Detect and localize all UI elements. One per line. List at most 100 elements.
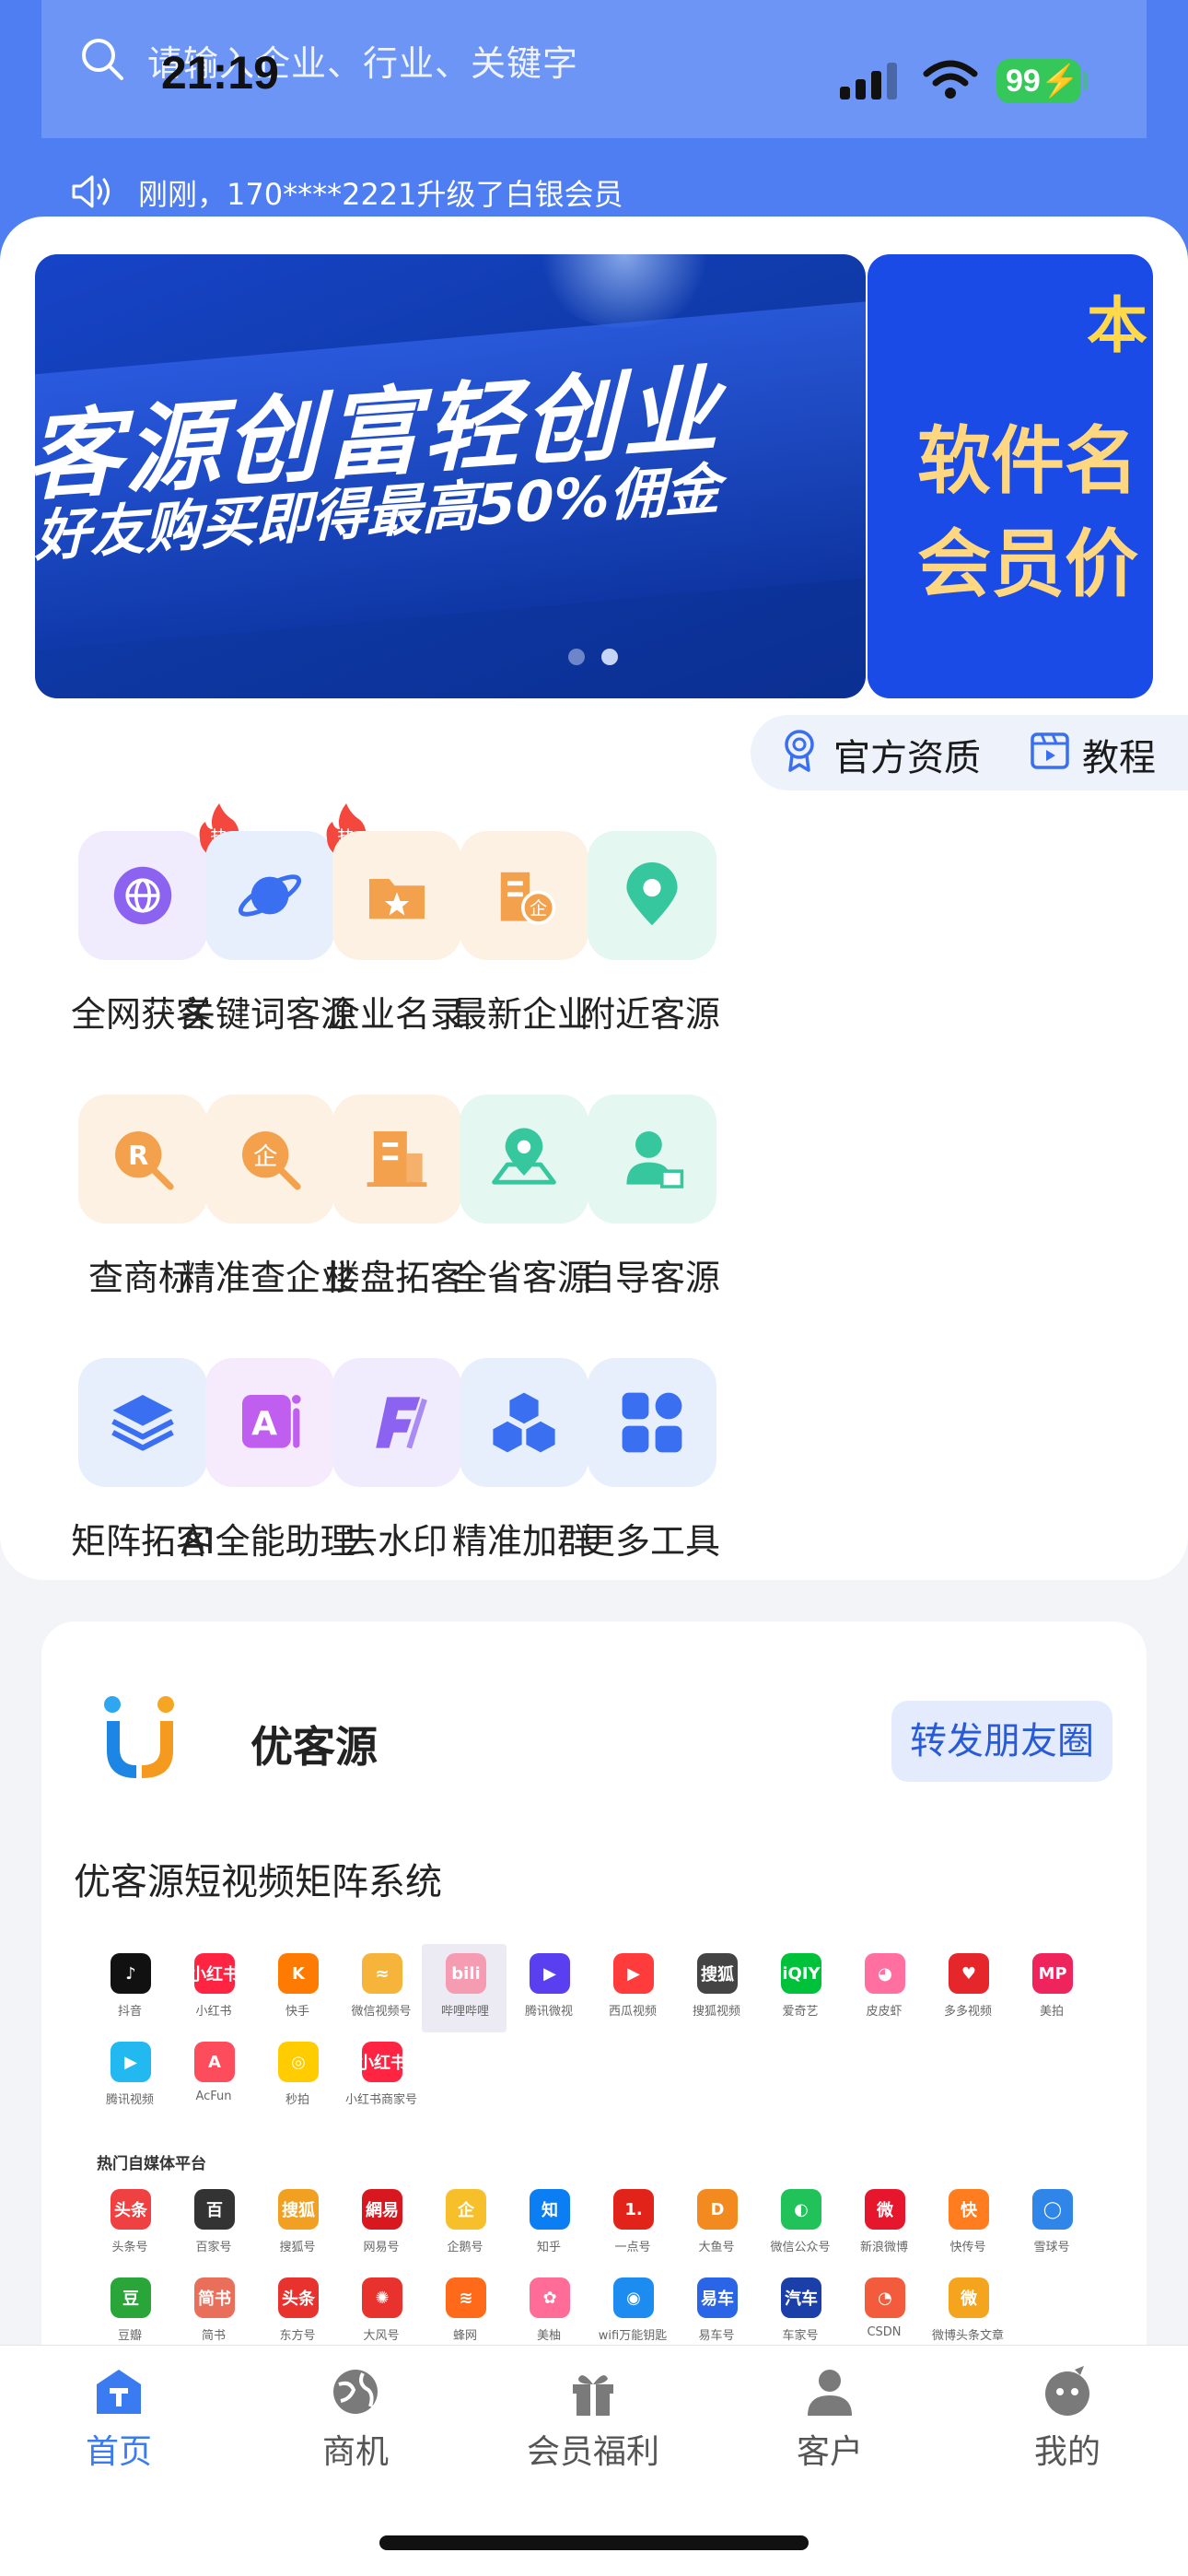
- platform-logo-icon: 微: [949, 2277, 989, 2318]
- platform-logo-glyph: ▶: [543, 1963, 556, 1984]
- tool-label: 更多工具: [579, 1521, 720, 1562]
- platform-item[interactable]: 知 知乎: [507, 2189, 590, 2272]
- tab-globe[interactable]: 商机: [263, 2366, 448, 2476]
- certificate-pin-icon[interactable]: [781, 728, 818, 774]
- platform-item[interactable]: bili 哔哩哔哩: [424, 1953, 507, 2036]
- platform-logo-glyph: ✿: [542, 2288, 557, 2308]
- platform-logo-glyph: 易车: [701, 2289, 734, 2309]
- platform-item[interactable]: iQIY 爱奇艺: [759, 1953, 842, 2036]
- platform-logo-icon: ◉: [613, 2277, 654, 2318]
- platform-item[interactable]: ◐ 微信公众号: [759, 2189, 842, 2272]
- platform-logo-icon: 1.: [613, 2189, 654, 2230]
- platform-item[interactable]: 企 企鹅号: [424, 2189, 507, 2272]
- platform-logo-icon: 汽车: [781, 2277, 821, 2318]
- platform-logo-glyph: 豆: [122, 2289, 139, 2309]
- tab-gift[interactable]: 会员福利: [501, 2366, 685, 2476]
- platform-logo-icon: 小红书: [194, 1953, 235, 1994]
- platform-item[interactable]: ◯ 雪球号: [1010, 2189, 1093, 2272]
- platform-item[interactable]: 搜狐 搜狐视频: [675, 1953, 758, 2036]
- platform-item[interactable]: ◕ 皮皮虾: [843, 1953, 926, 2036]
- platform-logo-icon: ◐: [781, 2189, 821, 2230]
- profile-icon: [1045, 2366, 1089, 2416]
- platform-logo-glyph: 知: [542, 2201, 558, 2220]
- tab-user[interactable]: 客户: [738, 2366, 922, 2476]
- youkeyuan-logo: [104, 1696, 174, 1778]
- platform-item[interactable]: ♥ 多多视频: [926, 1953, 1009, 2036]
- platform-logo-glyph: iQIY: [782, 1963, 821, 1984]
- platform-logo-glyph: 搜狐: [701, 1965, 734, 1985]
- platform-logo-icon: 百: [194, 2189, 235, 2230]
- platform-item[interactable]: ▶ 腾讯视频: [88, 2042, 171, 2125]
- platform-logo-glyph: ◐: [794, 2199, 809, 2219]
- tool-label: 附近客源: [579, 994, 720, 1035]
- platform-item[interactable]: A AcFun: [172, 2042, 255, 2125]
- tool-label: 自导客源: [579, 1258, 720, 1298]
- platform-logo-icon: ◔: [865, 2277, 905, 2318]
- platform-item[interactable]: D 大鱼号: [675, 2189, 758, 2272]
- video-tutorial-icon[interactable]: [1030, 732, 1070, 770]
- platform-logo-glyph: 小红书: [194, 1965, 235, 1985]
- certification-link[interactable]: 官方资质: [833, 728, 981, 781]
- platform-logo-icon: bili: [446, 1953, 486, 1994]
- platform-logo-glyph: 头条: [282, 2289, 315, 2309]
- platform-item[interactable]: 头条 头条号: [88, 2189, 171, 2272]
- tab-home[interactable]: 首页: [27, 2366, 211, 2476]
- platform-logo-glyph: D: [710, 2199, 725, 2219]
- banner-carousel-slide[interactable]: 客源创富轻创业 好友购买即得最高50%佣金: [35, 254, 866, 698]
- platform-logo-icon: 简书: [194, 2277, 235, 2318]
- tool-item[interactable]: 更多工具: [549, 1358, 751, 1598]
- platform-item[interactable]: K 快手: [256, 1953, 339, 2036]
- platform-logo-icon: ◎: [278, 2042, 319, 2082]
- svg-text:A: A: [251, 1405, 277, 1443]
- platform-item[interactable]: MP 美拍: [1010, 1953, 1093, 2036]
- tab-label: 会员福利: [526, 2433, 659, 2471]
- tool-icon-box[interactable]: [588, 1358, 716, 1487]
- platform-logo-icon: ▶: [530, 1953, 570, 1994]
- tool-item[interactable]: 附近客源: [549, 831, 751, 1071]
- platform-item[interactable]: ≈ 微信视频号: [340, 1953, 423, 2036]
- platform-item[interactable]: ♪ 抖音: [88, 1953, 171, 2036]
- platform-item[interactable]: ▶ 西瓜视频: [591, 1953, 674, 2036]
- tool-icon-box[interactable]: [588, 831, 716, 960]
- tool-icon-box[interactable]: [588, 1095, 716, 1224]
- platform-logo-glyph: A: [208, 2052, 221, 2072]
- tool-item[interactable]: 自导客源: [549, 1095, 751, 1334]
- platform-item[interactable]: 網易 网易号: [340, 2189, 423, 2272]
- platform-label: 美拍: [1039, 2005, 1064, 2019]
- notice-text[interactable]: 刚刚，170****2221升级了白银会员: [138, 171, 623, 214]
- platform-item[interactable]: ◎ 秒拍: [256, 2042, 339, 2125]
- platform-item[interactable]: 微 新浪微博: [843, 2189, 926, 2272]
- promo-subtitle: 优客源短视频矩阵系统: [74, 1861, 442, 1903]
- platform-logo-glyph: ≈: [375, 1963, 390, 1984]
- platform-logo-glyph: ♪: [125, 1963, 136, 1984]
- hot-platforms-heading: 热门自媒体平台: [97, 2155, 206, 2173]
- platform-logo-icon: D: [697, 2189, 738, 2230]
- banner-side-corner: 本: [1087, 290, 1147, 361]
- tutorial-link[interactable]: 教程: [1082, 728, 1156, 781]
- platform-logo-glyph: 简书: [198, 2289, 231, 2309]
- platform-label: 小红书商家号: [344, 2093, 417, 2107]
- platform-logo-icon: ✿: [530, 2277, 570, 2318]
- platform-item[interactable]: 1. 一点号: [591, 2189, 674, 2272]
- carousel-dot[interactable]: [568, 649, 585, 665]
- battery-cap: [1083, 72, 1089, 90]
- platform-logo-glyph: ♥: [961, 1963, 977, 1984]
- platform-logo-icon: 快: [949, 2189, 989, 2230]
- platform-logo-glyph: 網易: [366, 2201, 399, 2220]
- home-indicator[interactable]: [379, 2535, 809, 2550]
- platform-item[interactable]: 搜狐 搜狐号: [256, 2189, 339, 2272]
- tab-profile[interactable]: 我的: [975, 2366, 1159, 2476]
- platform-item[interactable]: 小红书 小红书商家号: [340, 2042, 423, 2125]
- platform-logo-glyph: ◎: [291, 2052, 306, 2072]
- search-icon[interactable]: [78, 35, 126, 83]
- platform-item[interactable]: 小红书 小红书: [172, 1953, 255, 2036]
- platform-logo-icon: ◕: [865, 1953, 905, 1994]
- carousel-dot-active[interactable]: [601, 649, 618, 665]
- platform-item[interactable]: ▶ 腾讯微视: [507, 1953, 590, 2036]
- share-moments-button[interactable]: 转发朋友圈: [891, 1701, 1112, 1782]
- platform-item[interactable]: 百 百家号: [172, 2189, 255, 2272]
- tab-label: 首页: [85, 2433, 152, 2471]
- platform-logo-icon: ◯: [1032, 2189, 1073, 2230]
- platform-item[interactable]: 快 快传号: [926, 2189, 1009, 2272]
- platform-logo-icon: 头条: [278, 2277, 319, 2318]
